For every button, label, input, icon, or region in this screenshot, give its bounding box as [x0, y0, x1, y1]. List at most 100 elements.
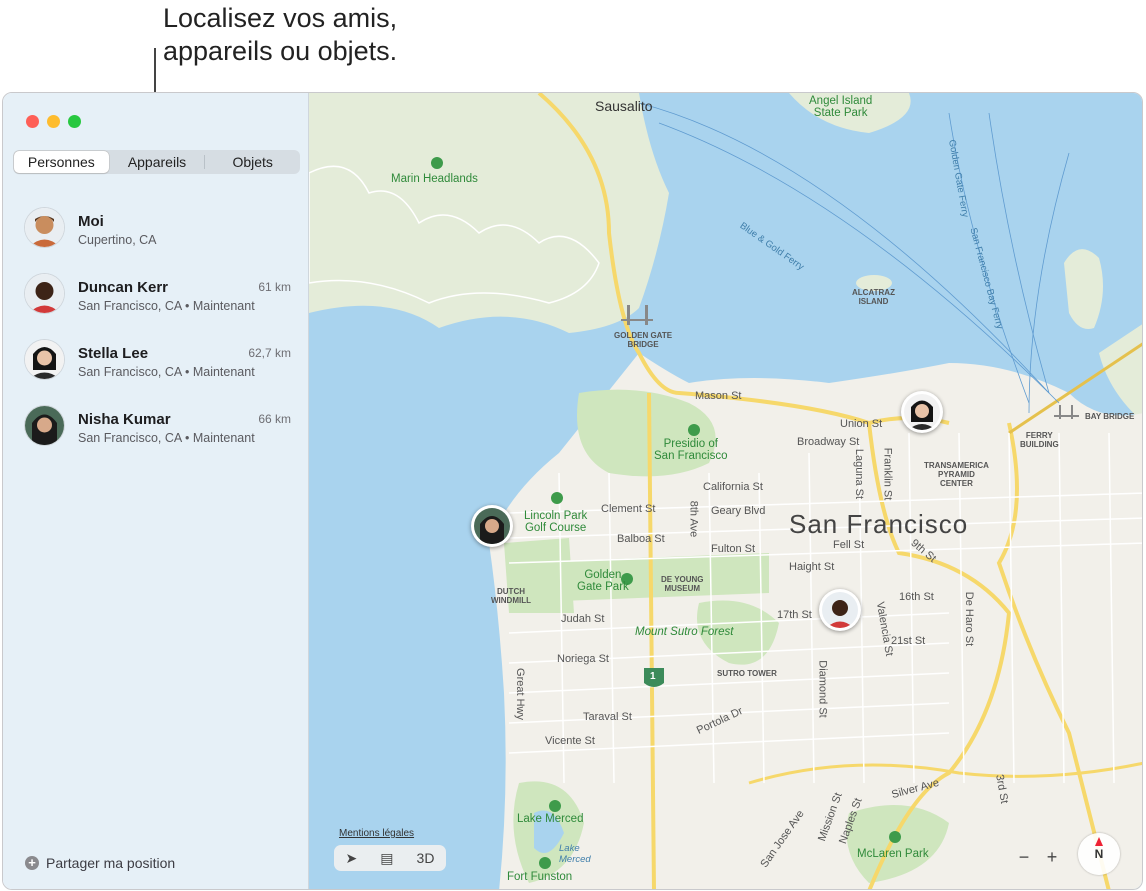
map-label-lake-merced: Lake Merced — [517, 813, 584, 825]
person-distance: 61 km — [258, 280, 291, 294]
legal-link[interactable]: Mentions légales — [339, 828, 414, 839]
person-distance: 66 km — [258, 412, 291, 426]
location-arrow-icon[interactable]: ➤ — [346, 850, 358, 867]
map-label-alcatraz: ALCATRAZ ISLAND — [852, 288, 895, 306]
minimize-button[interactable] — [47, 115, 60, 128]
map-label-angel-island: Angel Island State Park — [809, 95, 873, 119]
street-label: 21st St — [891, 635, 926, 647]
map-label-city: San Francisco — [789, 509, 969, 539]
share-location-label: Partager ma position — [46, 855, 176, 871]
street-label: Geary Blvd — [711, 505, 766, 517]
street-label: 16th St — [899, 591, 934, 603]
map-label-mount-sutro: Mount Sutro Forest — [635, 626, 734, 638]
park-pin-icon — [539, 857, 551, 869]
street-label: Taraval St — [583, 711, 632, 723]
person-name: Duncan Kerr — [78, 279, 169, 296]
tab-devices[interactable]: Appareils — [110, 150, 205, 174]
street-label: Broadway St — [797, 436, 860, 448]
find-my-window: Personnes Appareils Objets Moi Cupertino… — [2, 92, 1143, 890]
map-label-transamerica: TRANSAMERICA PYRAMID CENTER — [924, 461, 989, 488]
person-row-stella[interactable]: Stella Lee 62,7 km San Francisco, CA • M… — [3, 333, 309, 399]
person-row-me[interactable]: Moi Cupertino, CA — [3, 201, 309, 267]
person-name: Nisha Kumar — [78, 411, 171, 428]
avatar — [25, 340, 64, 379]
map-mode-icon[interactable]: ▤ — [380, 850, 393, 867]
map-label-golden-gate-bridge: GOLDEN GATE BRIDGE — [614, 331, 673, 349]
park-pin-icon — [431, 157, 443, 169]
avatar — [25, 208, 64, 247]
street-label: 17th St — [777, 609, 812, 621]
street-label: Vicente St — [545, 735, 595, 747]
map-label-sausalito: Sausalito — [595, 98, 653, 114]
friend-pin-duncan[interactable] — [819, 589, 861, 631]
street-label: De Haro St — [963, 591, 976, 647]
map-controls: ➤ ▤ 3D — [334, 845, 446, 871]
person-location: San Francisco, CA • Maintenant — [78, 299, 255, 313]
map-label-de-young: DE YOUNG MUSEUM — [661, 575, 704, 593]
map-label-bay-bridge: BAY BRIDGE — [1085, 412, 1135, 421]
map-label-sutro-tower: SUTRO TOWER — [717, 669, 777, 678]
treasure-island — [1064, 249, 1103, 329]
person-name: Moi — [78, 213, 104, 230]
sidebar: Personnes Appareils Objets Moi Cupertino… — [3, 93, 309, 889]
compass-label: N — [1094, 847, 1104, 861]
golf-pin-icon — [551, 492, 563, 504]
park-pin-icon — [889, 831, 901, 843]
route-number: 1 — [650, 671, 656, 682]
person-location: San Francisco, CA • Maintenant — [78, 431, 255, 445]
street-label: Great Hwy — [513, 668, 526, 720]
map-label-fort-funston: Fort Funston — [507, 871, 573, 883]
friend-pin-nisha[interactable] — [471, 505, 513, 547]
map-label-golden-gate-park: Golden Gate Park — [577, 569, 629, 593]
zoom-out-button[interactable]: − — [1019, 847, 1030, 868]
person-location: San Francisco, CA • Maintenant — [78, 365, 255, 379]
street-label: Haight St — [789, 561, 835, 573]
person-name: Stella Lee — [78, 345, 149, 362]
person-row-nisha[interactable]: Nisha Kumar 66 km San Francisco, CA • Ma… — [3, 399, 309, 465]
plus-icon: + — [25, 856, 39, 870]
close-button[interactable] — [26, 115, 39, 128]
map-label-marin: Marin Headlands — [391, 173, 478, 185]
east-shore — [1099, 324, 1142, 422]
tab-people[interactable]: Personnes — [14, 151, 109, 173]
street-label: 8th Ave — [687, 500, 700, 538]
people-list: Moi Cupertino, CA Duncan Kerr 61 km San … — [3, 201, 309, 465]
map-label-presidio: Presidio of San Francisco — [654, 438, 728, 462]
zoom-controls: − + — [1010, 845, 1066, 869]
street-label: Judah St — [561, 613, 605, 625]
avatar — [25, 406, 64, 445]
zoom-in-button[interactable]: + — [1047, 847, 1058, 868]
3d-button[interactable]: 3D — [417, 850, 435, 866]
person-location: Cupertino, CA — [78, 233, 157, 247]
map-label-lincoln-park: Lincoln Park Golf Course — [524, 510, 588, 534]
map-view[interactable]: Sausalito Angel Island State Park Marin … — [309, 93, 1142, 889]
compass-needle-icon — [1095, 837, 1103, 846]
street-label: Franklin St — [881, 447, 894, 501]
person-row-duncan[interactable]: Duncan Kerr 61 km San Francisco, CA • Ma… — [3, 267, 309, 333]
street-label: Clement St — [601, 503, 656, 515]
zoom-button[interactable] — [68, 115, 81, 128]
street-label: Fulton St — [711, 543, 756, 555]
share-location-button[interactable]: + Partager ma position — [25, 855, 175, 871]
street-label: California St — [703, 481, 763, 493]
park-pin-icon — [688, 424, 700, 436]
map-label-mclaren: McLaren Park — [857, 848, 929, 860]
street-label: Fell St — [833, 539, 865, 551]
person-distance: 62,7 km — [248, 346, 291, 360]
park-pin-icon — [549, 800, 561, 812]
street-label: Laguna St — [853, 448, 866, 500]
compass-icon[interactable]: N — [1078, 833, 1120, 875]
avatar — [25, 274, 64, 313]
street-label: Noriega St — [557, 653, 609, 665]
street-label: Balboa St — [617, 533, 665, 545]
tab-items[interactable]: Objets — [205, 150, 300, 174]
map-label-lake-merced-water: Lake Merced — [559, 843, 591, 865]
street-label: Mason St — [695, 390, 742, 402]
street-label: Diamond St — [816, 660, 829, 718]
segmented-tabs: Personnes Appareils Objets — [13, 150, 300, 174]
marin-land — [309, 93, 669, 333]
map-label-dutch-windmill: DUTCH WINDMILL — [491, 587, 531, 605]
street-label: Union St — [840, 418, 883, 430]
friend-pin-stella[interactable] — [901, 391, 943, 433]
map-label-ferry-building: FERRY BUILDING — [1020, 431, 1059, 449]
